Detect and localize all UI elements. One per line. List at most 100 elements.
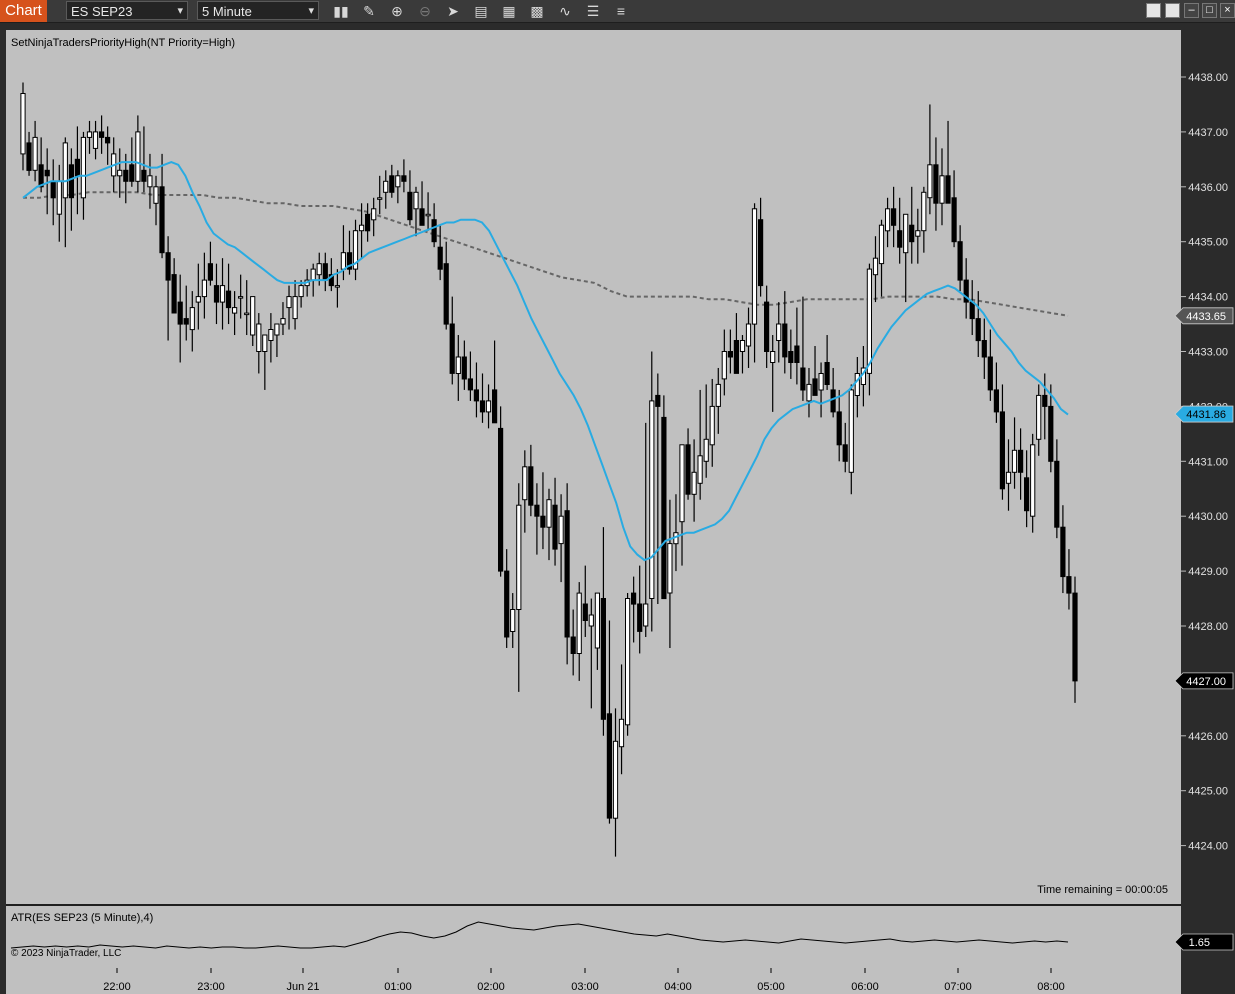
- candle[interactable]: [631, 576, 637, 643]
- candle[interactable]: [201, 252, 208, 319]
- candle[interactable]: [371, 197, 377, 237]
- candle[interactable]: [528, 444, 534, 517]
- candle[interactable]: [32, 120, 38, 182]
- candle[interactable]: [105, 126, 111, 165]
- candle[interactable]: [449, 296, 455, 385]
- candle[interactable]: [1030, 433, 1036, 533]
- candle[interactable]: [504, 549, 510, 648]
- candle[interactable]: [848, 384, 854, 495]
- candle[interactable]: [165, 236, 171, 341]
- candle[interactable]: [739, 335, 746, 374]
- candle[interactable]: [334, 269, 340, 308]
- candle[interactable]: [594, 592, 600, 670]
- candle[interactable]: [522, 450, 528, 533]
- candle[interactable]: [745, 307, 752, 368]
- candle[interactable]: [479, 373, 486, 423]
- candle[interactable]: [377, 175, 383, 215]
- candle[interactable]: [213, 263, 220, 325]
- candle[interactable]: [812, 346, 818, 396]
- candle[interactable]: [262, 334, 268, 390]
- candle[interactable]: [159, 153, 165, 259]
- candle[interactable]: [383, 170, 389, 209]
- candle[interactable]: [117, 148, 123, 198]
- candle[interactable]: [99, 115, 105, 154]
- candle[interactable]: [540, 472, 546, 550]
- candle[interactable]: [352, 219, 359, 281]
- candle[interactable]: [643, 422, 649, 637]
- candle[interactable]: [68, 148, 75, 231]
- candle[interactable]: [238, 274, 244, 319]
- candle[interactable]: [751, 203, 758, 363]
- candle[interactable]: [794, 307, 800, 385]
- candle[interactable]: [189, 291, 195, 352]
- candle[interactable]: [322, 252, 328, 292]
- candle[interactable]: [1024, 450, 1030, 528]
- candle[interactable]: [703, 384, 709, 478]
- candle[interactable]: [225, 263, 232, 325]
- candle[interactable]: [951, 170, 957, 248]
- candle[interactable]: [885, 197, 891, 248]
- candle[interactable]: [691, 439, 697, 522]
- candle[interactable]: [727, 329, 733, 374]
- candle[interactable]: [872, 236, 879, 303]
- candle[interactable]: [854, 356, 860, 418]
- candle[interactable]: [183, 285, 189, 341]
- candle[interactable]: [1066, 549, 1072, 610]
- candle[interactable]: [1036, 384, 1042, 456]
- candle[interactable]: [141, 126, 147, 193]
- candle[interactable]: [207, 241, 214, 286]
- candle[interactable]: [570, 609, 576, 676]
- candle[interactable]: [667, 499, 673, 648]
- candle[interactable]: [764, 285, 770, 368]
- candle[interactable]: [56, 164, 62, 242]
- candle[interactable]: [510, 593, 516, 648]
- candle[interactable]: [921, 186, 927, 253]
- candle[interactable]: [425, 192, 431, 231]
- candle[interactable]: [274, 323, 280, 357]
- candle[interactable]: [600, 527, 606, 736]
- candle[interactable]: [866, 263, 872, 396]
- candle[interactable]: [842, 422, 848, 473]
- candle[interactable]: [655, 373, 661, 605]
- candle[interactable]: [395, 170, 401, 204]
- candle[interactable]: [268, 313, 274, 363]
- candle[interactable]: [903, 213, 909, 303]
- candle[interactable]: [836, 389, 842, 462]
- candle[interactable]: [431, 203, 437, 248]
- candle[interactable]: [50, 159, 56, 226]
- candle[interactable]: [915, 208, 921, 264]
- candle[interactable]: [770, 335, 776, 412]
- candle[interactable]: [171, 258, 177, 314]
- candle[interactable]: [709, 378, 715, 467]
- candle[interactable]: [1072, 576, 1078, 703]
- candle[interactable]: [443, 241, 449, 330]
- candle[interactable]: [419, 181, 425, 226]
- candle[interactable]: [516, 483, 522, 692]
- candle[interactable]: [461, 340, 467, 390]
- candle[interactable]: [546, 488, 552, 561]
- candle[interactable]: [498, 406, 504, 577]
- candle[interactable]: [649, 351, 655, 632]
- candle[interactable]: [800, 296, 806, 401]
- candle[interactable]: [1054, 439, 1060, 539]
- candle[interactable]: [721, 329, 727, 396]
- candle[interactable]: [788, 329, 794, 379]
- candle[interactable]: [389, 164, 395, 198]
- candle[interactable]: [346, 230, 353, 275]
- candle[interactable]: [558, 494, 564, 583]
- candle[interactable]: [818, 362, 824, 418]
- candle[interactable]: [891, 186, 897, 248]
- candle[interactable]: [758, 197, 764, 297]
- candle[interactable]: [679, 444, 685, 566]
- candle[interactable]: [552, 477, 558, 566]
- candle[interactable]: [909, 186, 915, 264]
- candle[interactable]: [993, 362, 999, 423]
- candle[interactable]: [401, 159, 407, 193]
- candle[interactable]: [407, 170, 413, 226]
- candle[interactable]: [963, 258, 969, 319]
- candle[interactable]: [74, 126, 81, 215]
- candle[interactable]: [999, 384, 1005, 500]
- candle[interactable]: [153, 175, 159, 226]
- candle[interactable]: [806, 367, 812, 418]
- candle[interactable]: [606, 620, 612, 824]
